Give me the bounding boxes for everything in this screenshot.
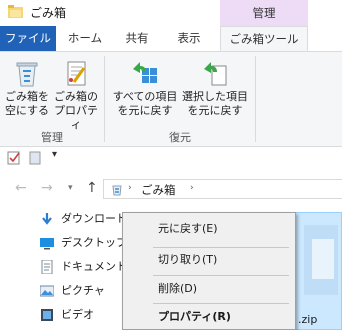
- empty-recycle-bin-button[interactable]: ごみ箱を 空にする: [4, 58, 50, 118]
- recycle-bin-small-icon: [112, 185, 122, 196]
- empty-bin-label-1: ごみ箱を: [5, 90, 49, 103]
- menu-item-label: 切り取り(T): [158, 253, 218, 266]
- recent-locations-chevron-icon[interactable]: ▾: [68, 183, 73, 193]
- qat-customize-chevron-icon[interactable]: ▾: [52, 149, 57, 160]
- empty-bin-icon: [16, 62, 38, 87]
- breadcrumb-chevron-icon-2[interactable]: ›: [190, 183, 194, 193]
- menu-item-delete[interactable]: 削除(D): [123, 278, 295, 300]
- menu-separator: [153, 303, 289, 304]
- menu-item-restore[interactable]: 元に戻す(E): [123, 218, 295, 240]
- empty-bin-label-2: 空にする: [4, 104, 50, 117]
- restore-all-items-button[interactable]: すべての項目 を元に戻す: [110, 58, 180, 118]
- properties-label-2: プロパティ: [54, 104, 98, 131]
- context-menu: 元に戻す(E) 切り取り(T) 削除(D) プロパティ(R): [122, 212, 296, 330]
- tab-file[interactable]: ファイル: [0, 26, 56, 51]
- new-folder-icon[interactable]: [29, 151, 41, 165]
- back-arrow-icon[interactable]: ←: [15, 180, 27, 196]
- properties-check-icon[interactable]: [7, 151, 21, 165]
- restore-selected-label-2: を元に戻す: [187, 104, 243, 117]
- breadcrumb-chevron-icon[interactable]: ›: [128, 183, 132, 193]
- nav-label: デスクトップ: [61, 236, 127, 249]
- nav-label: ビデオ: [61, 308, 94, 321]
- breadcrumb-recycle-bin[interactable]: ごみ箱: [141, 182, 176, 198]
- tab-share[interactable]: 共有: [114, 26, 160, 51]
- menu-item-label: 元に戻す(E): [158, 222, 218, 235]
- recycle-bin-properties-button[interactable]: ごみ箱の プロパティ: [52, 58, 100, 132]
- group-manage-label: 管理: [41, 131, 63, 144]
- nav-label: ドキュメント: [61, 260, 127, 273]
- zip-file-icon: [304, 225, 338, 295]
- pictures-icon: [40, 285, 54, 297]
- desktop-icon: [40, 238, 54, 250]
- restore-selected-icon: [204, 62, 227, 86]
- menu-separator: [153, 247, 289, 248]
- menu-separator: [153, 275, 289, 276]
- restore-all-icon: [133, 62, 157, 83]
- address-row: ← → ▾ ↑ › ごみ箱 ›: [0, 174, 342, 204]
- tab-home[interactable]: ホーム: [60, 26, 110, 51]
- restore-all-label-1: すべての項目: [112, 90, 178, 103]
- selected-file-item[interactable]: .zip: [295, 212, 342, 330]
- properties-label-1: ごみ箱の: [54, 90, 98, 103]
- ribbon-separator-end: [255, 56, 256, 142]
- recycle-bin-icon[interactable]: [8, 5, 23, 18]
- file-name: .zip: [298, 313, 318, 326]
- videos-icon: [41, 309, 53, 321]
- nav-label: ピクチャ: [61, 284, 105, 297]
- menu-item-label: 削除(D): [158, 282, 198, 295]
- tab-view[interactable]: 表示: [164, 26, 214, 51]
- window-title: ごみ箱: [30, 6, 67, 20]
- contextual-tab-label: 管理: [252, 6, 276, 20]
- quick-access-toolbar: ▾: [0, 147, 342, 169]
- group-restore-label: 復元: [169, 131, 191, 144]
- documents-icon: [41, 260, 53, 274]
- restore-selected-label-1: 選択した項目: [182, 90, 248, 103]
- restore-selected-items-button[interactable]: 選択した項目 を元に戻す: [180, 58, 250, 118]
- tab-recycle-bin-tools[interactable]: ごみ箱ツール: [220, 26, 308, 51]
- menu-item-label: プロパティ(R): [158, 310, 231, 323]
- contextual-tab-header: 管理: [220, 0, 308, 26]
- menu-item-properties[interactable]: プロパティ(R): [123, 306, 295, 328]
- up-arrow-icon[interactable]: ↑: [86, 180, 98, 196]
- download-arrow-icon: [42, 213, 52, 225]
- nav-label: ダウンロード: [61, 212, 127, 225]
- restore-all-label-2: を元に戻す: [117, 104, 173, 117]
- forward-arrow-icon[interactable]: →: [41, 180, 53, 196]
- address-bar[interactable]: › ごみ箱 ›: [103, 179, 342, 199]
- ribbon: ごみ箱を 空にする ごみ箱の プロパティ すべての項目 を元に戻す 選択した項目…: [0, 51, 342, 147]
- menu-item-cut[interactable]: 切り取り(T): [123, 249, 295, 271]
- properties-icon: [67, 61, 86, 86]
